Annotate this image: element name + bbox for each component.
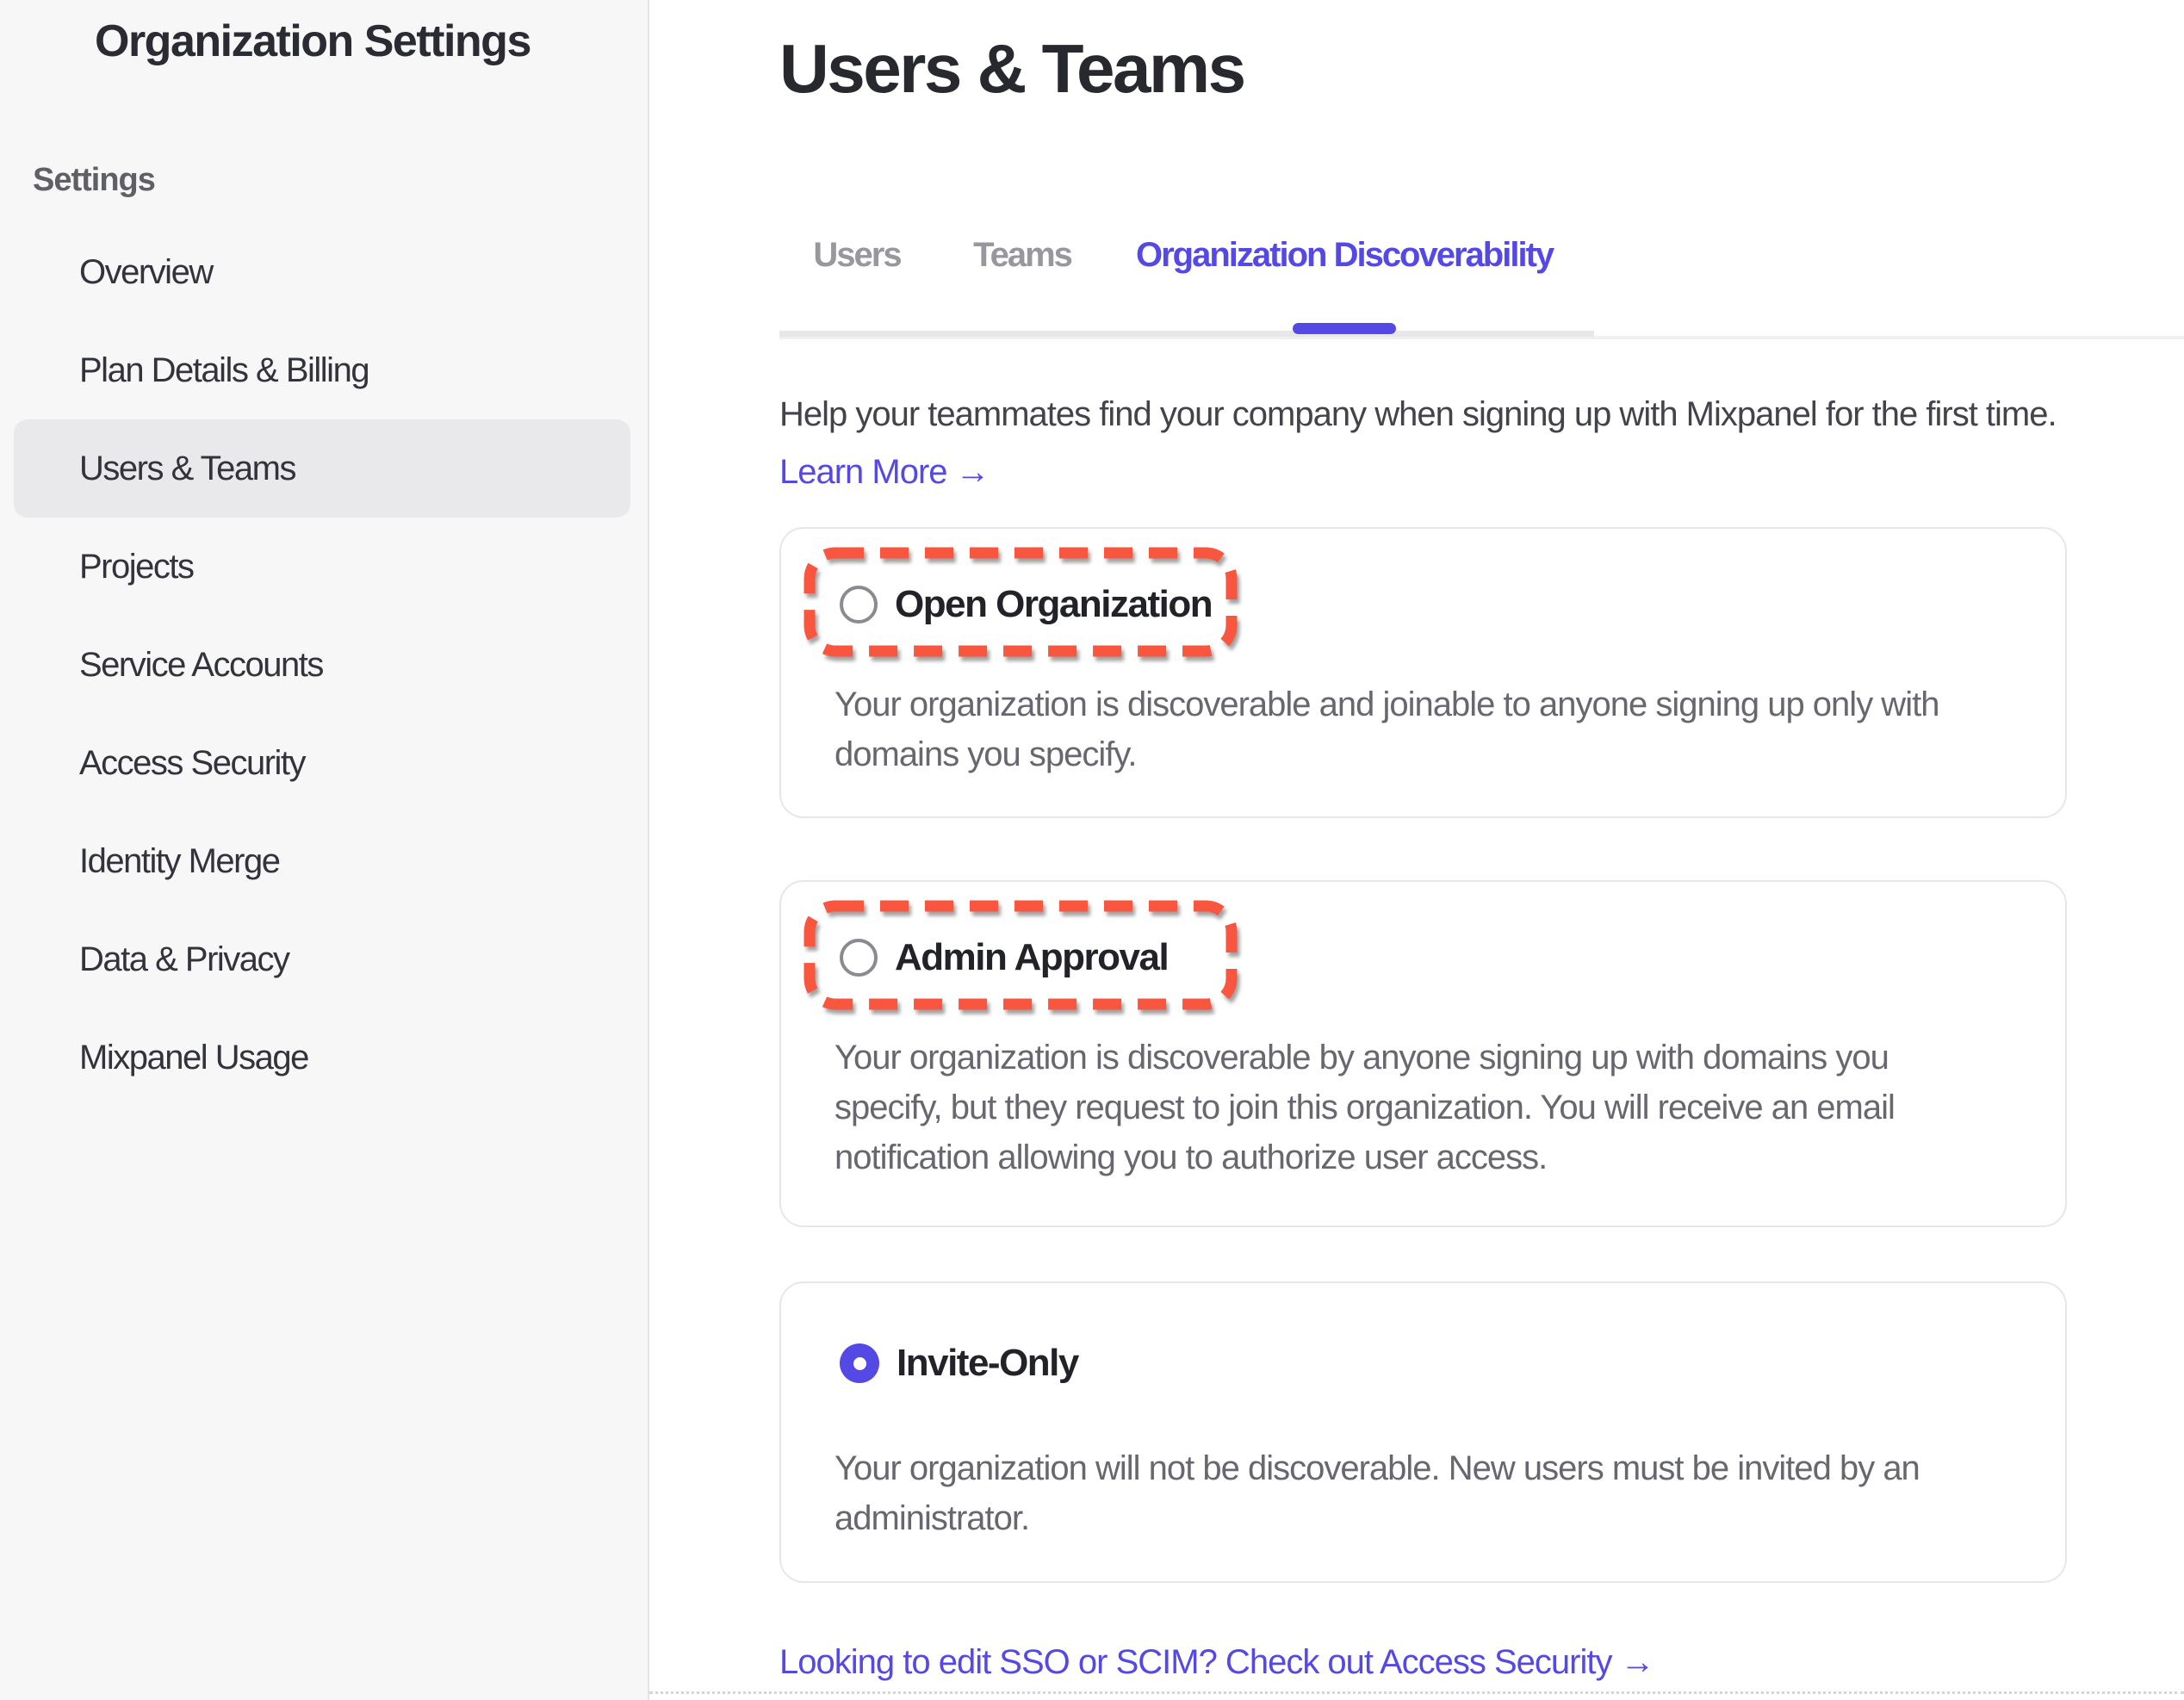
radio-open-organization[interactable] xyxy=(840,586,878,624)
tab-teams[interactable]: Teams xyxy=(971,234,1074,334)
sidebar-nav: Overview Plan Details & Billing Users & Te… xyxy=(14,223,630,1107)
sidebar-item-label: Service Accounts xyxy=(79,646,323,685)
option-description: Your organization is discoverable by any… xyxy=(835,1033,2032,1182)
sidebar-item-label: Identity Merge xyxy=(79,842,279,881)
tab-bar: Users Teams Organization Discoverability xyxy=(805,234,1553,334)
sidebar-item-users-teams[interactable]: Users & Teams xyxy=(14,419,630,518)
sidebar-item-data-privacy[interactable]: Data & Privacy xyxy=(14,910,630,1008)
option-label: Invite-Only xyxy=(897,1342,1078,1385)
tab-label: Users xyxy=(813,234,900,276)
intro-text: Help your teammates find your company wh… xyxy=(779,393,2184,436)
sidebar-item-projects[interactable]: Projects xyxy=(14,518,630,616)
tab-indicator-placeholder xyxy=(971,323,1074,334)
sidebar-item-identity-merge[interactable]: Identity Merge xyxy=(14,812,630,910)
radio-admin-approval[interactable] xyxy=(840,939,878,977)
main-panel: Users & Teams Users Teams Organization Dis… xyxy=(649,0,2184,1700)
option-card-open-organization: Open Organization Your organization is di… xyxy=(779,527,2067,818)
sidebar-item-label: Data & Privacy xyxy=(79,940,289,979)
sidebar-item-label: Access Security xyxy=(79,744,305,783)
sidebar-item-overview[interactable]: Overview xyxy=(14,223,630,321)
option-row-open-organization[interactable]: Open Organization xyxy=(840,585,1212,624)
sidebar-title: Organization Settings xyxy=(95,16,530,67)
option-description: Your organization will not be discoverab… xyxy=(835,1443,2032,1543)
option-row-admin-approval[interactable]: Admin Approval xyxy=(840,938,1168,977)
option-row-invite-only[interactable]: Invite-Only xyxy=(840,1343,1078,1383)
sidebar-item-label: Plan Details & Billing xyxy=(79,351,369,390)
option-description: Your organization is discoverable and jo… xyxy=(835,679,2032,779)
tab-indicator-placeholder xyxy=(805,323,909,334)
sidebar-item-mixpanel-usage[interactable]: Mixpanel Usage xyxy=(14,1008,630,1107)
tab-label: Organization Discoverability xyxy=(1136,234,1553,276)
sidebar-section-label: Settings xyxy=(33,162,155,199)
sidebar: Organization Settings Settings Overview P… xyxy=(0,0,649,1700)
sidebar-item-label: Projects xyxy=(79,548,194,586)
option-card-invite-only: Invite-Only Your organization will not be… xyxy=(779,1281,2067,1583)
footer-access-security-link[interactable]: Looking to edit SSO or SCIM? Check out A… xyxy=(779,1641,1654,1683)
learn-more-link[interactable]: Learn More → xyxy=(779,451,990,493)
sidebar-item-service-accounts[interactable]: Service Accounts xyxy=(14,616,630,714)
radio-invite-only-selected[interactable] xyxy=(840,1343,879,1383)
sidebar-item-label: Mixpanel Usage xyxy=(79,1039,308,1077)
option-label: Open Organization xyxy=(895,583,1212,626)
tab-organization-discoverability[interactable]: Organization Discoverability xyxy=(1136,234,1553,334)
option-card-admin-approval: Admin Approval Your organization is disco… xyxy=(779,880,2067,1227)
page-title: Users & Teams xyxy=(779,29,1244,109)
tab-users[interactable]: Users xyxy=(805,234,909,334)
tab-label: Teams xyxy=(973,234,1071,276)
sidebar-item-plan-details-billing[interactable]: Plan Details & Billing xyxy=(14,321,630,419)
active-tab-indicator xyxy=(1293,323,1396,334)
sidebar-item-label: Users & Teams xyxy=(79,450,295,488)
option-label: Admin Approval xyxy=(895,936,1168,979)
sidebar-item-label: Overview xyxy=(79,253,213,292)
sidebar-item-access-security[interactable]: Access Security xyxy=(14,714,630,812)
bottom-divider xyxy=(649,1691,2184,1694)
